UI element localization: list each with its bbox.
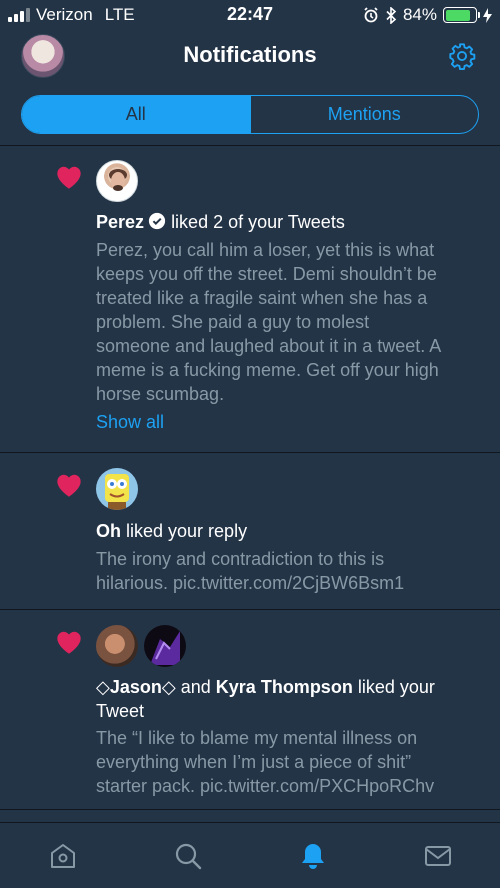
tab-mentions[interactable]: Mentions xyxy=(249,96,479,133)
alarm-icon xyxy=(364,7,378,23)
show-all-link[interactable]: Show all xyxy=(96,412,164,433)
user-name[interactable]: Oh xyxy=(96,521,121,541)
tab-all[interactable]: All xyxy=(22,96,250,133)
notification-item[interactable]: ◇Jason◇ and Kyra Thompson liked your Twe… xyxy=(0,611,500,810)
tweet-line: everything when I’m just a piece of shit… xyxy=(96,752,412,772)
bell-icon[interactable] xyxy=(298,841,328,871)
tab-switcher: All Mentions xyxy=(21,95,479,134)
header: Notifications xyxy=(0,30,500,86)
heart-icon xyxy=(57,631,81,654)
tweet-line: hilarious. pic.twitter.com/2CjBW6Bsm1 xyxy=(96,573,405,593)
verified-icon xyxy=(148,212,166,230)
tweet-text[interactable]: The irony and contradiction to this is h… xyxy=(96,547,486,595)
charging-icon xyxy=(483,7,492,23)
heart-icon xyxy=(57,474,81,497)
notification-item[interactable]: Perez liked 2 of your Tweets Perez, you … xyxy=(0,146,500,453)
notification-item[interactable]: Oh liked your reply The irony and contra… xyxy=(0,454,500,610)
action-text: liked 2 of your Tweets xyxy=(171,212,345,232)
mail-icon[interactable] xyxy=(423,841,453,871)
tweet-line: problem. She paid a guy to molest xyxy=(96,312,370,332)
heart-icon xyxy=(57,166,81,189)
avatar[interactable] xyxy=(96,625,138,667)
status-right: 84% xyxy=(363,5,492,25)
tweet-line: starter pack. pic.twitter.com/PXCHpoRChv xyxy=(96,776,435,796)
tweet-line: keeps you off the street. Demi shouldn’t… xyxy=(96,264,437,284)
tweet-line: meme is a fucking meme. Get off your hig… xyxy=(96,360,439,380)
tweet-text[interactable]: Perez, you call him a loser, yet this is… xyxy=(96,238,486,406)
avatar[interactable] xyxy=(144,625,186,667)
tweet-line: someone and laughed about it in a tweet.… xyxy=(96,336,442,356)
status-bar: Verizon LTE 22:47 84% xyxy=(0,0,500,30)
action-text: liked your reply xyxy=(126,521,248,541)
search-icon[interactable] xyxy=(173,841,203,871)
notification-text: Oh liked your reply xyxy=(96,519,486,543)
notification-text: ◇Jason◇ and Kyra Thompson liked your Twe… xyxy=(96,675,486,723)
page-title: Notifications xyxy=(183,42,317,67)
battery-percent: 84% xyxy=(402,5,437,24)
tweet-line: Perez, you call him a loser, yet this is… xyxy=(96,240,435,260)
tweet-line: horse scumbag. xyxy=(96,384,225,404)
bluetooth-icon xyxy=(386,6,397,24)
tweet-line: The “I like to blame my mental illness o… xyxy=(96,728,418,748)
user-name[interactable]: Perez xyxy=(96,212,144,232)
action-text-continued: Tweet xyxy=(96,701,145,721)
tweet-text[interactable]: The “I like to blame my mental illness o… xyxy=(96,726,486,798)
tweet-line: The irony and contradiction to this is xyxy=(96,549,385,569)
home-icon[interactable] xyxy=(48,841,78,871)
bottom-tab-bar xyxy=(0,822,500,888)
user-name[interactable]: Kyra Thompson xyxy=(216,677,353,697)
action-text: liked your xyxy=(357,677,435,697)
avatar[interactable] xyxy=(96,468,138,510)
avatar[interactable] xyxy=(96,160,138,202)
user-name[interactable]: ◇Jason◇ xyxy=(96,677,176,697)
notification-text: Perez liked 2 of your Tweets xyxy=(96,210,486,234)
gear-icon[interactable] xyxy=(448,42,476,70)
tweet-line: treated like a fragile saint when she ha… xyxy=(96,288,428,308)
battery-icon xyxy=(443,7,480,23)
conjunction-text: and xyxy=(180,677,211,697)
